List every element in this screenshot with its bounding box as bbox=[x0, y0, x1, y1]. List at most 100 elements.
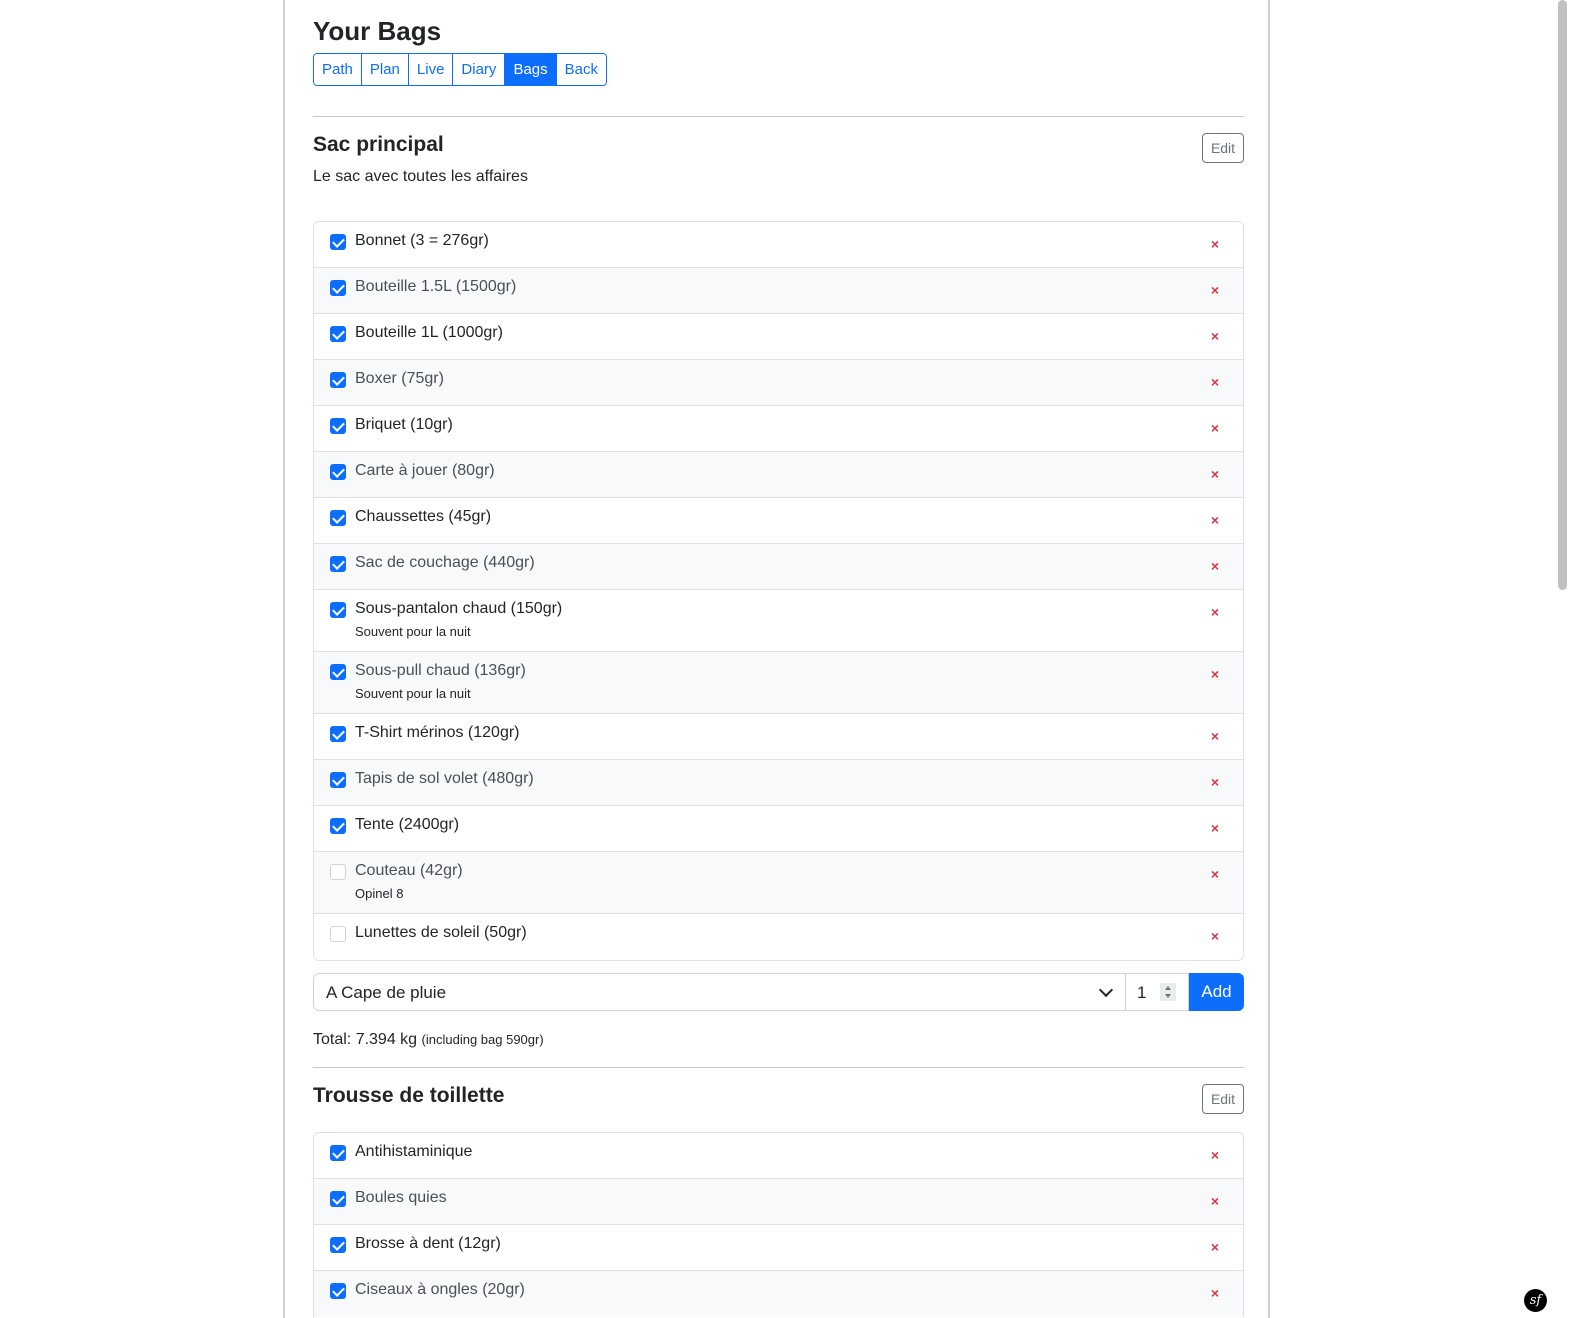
item-label: Bouteille 1.5L (1500gr) bbox=[355, 278, 517, 295]
list-item: Bouteille 1.5L (1500gr) × bbox=[314, 268, 1243, 314]
item-checkbox[interactable] bbox=[330, 1283, 346, 1299]
item-label: Lunettes de soleil (50gr) bbox=[355, 924, 527, 941]
quantity-stepper[interactable] bbox=[1160, 983, 1176, 1001]
remove-item-icon[interactable]: × bbox=[1211, 1147, 1219, 1163]
item-checkbox[interactable] bbox=[330, 464, 346, 480]
item-select-value: A Cape de pluie bbox=[326, 983, 447, 1002]
item-checkbox[interactable] bbox=[330, 664, 346, 680]
remove-item-icon[interactable]: × bbox=[1211, 820, 1219, 836]
quantity-input[interactable]: 1 bbox=[1126, 973, 1189, 1011]
tab-plan[interactable]: Plan bbox=[361, 54, 409, 85]
total-detail: (including bag 590gr) bbox=[421, 1032, 544, 1047]
tab-diary[interactable]: Diary bbox=[453, 54, 506, 85]
list-item: Boxer (75gr) × bbox=[314, 360, 1243, 406]
list-item: Bouteille 1L (1000gr) × bbox=[314, 314, 1243, 360]
bag-title: Trousse de toillette bbox=[313, 1084, 505, 1107]
item-label: Boxer (75gr) bbox=[355, 370, 444, 387]
list-item: Couteau (42gr) Opinel 8 × bbox=[314, 852, 1243, 914]
list-item: Boules quies × bbox=[314, 1179, 1243, 1225]
total-label: Total: 7.394 kg bbox=[313, 1031, 418, 1048]
list-item: Lunettes de soleil (50gr) × bbox=[314, 914, 1243, 960]
remove-item-icon[interactable]: × bbox=[1211, 1239, 1219, 1255]
item-checkbox[interactable] bbox=[330, 926, 346, 942]
item-select[interactable]: A Cape de pluie bbox=[313, 973, 1126, 1011]
remove-item-icon[interactable]: × bbox=[1211, 328, 1219, 344]
tab-bags[interactable]: Bags bbox=[505, 54, 557, 85]
remove-item-icon[interactable]: × bbox=[1211, 512, 1219, 528]
list-item: Sous-pantalon chaud (150gr) Souvent pour … bbox=[314, 590, 1243, 652]
item-checkbox[interactable] bbox=[330, 280, 346, 296]
item-checkbox[interactable] bbox=[330, 818, 346, 834]
quantity-value: 1 bbox=[1137, 983, 1147, 1002]
item-label: Sac de couchage (440gr) bbox=[355, 554, 535, 571]
remove-item-icon[interactable]: × bbox=[1211, 466, 1219, 482]
item-label: Bonnet (3 = 276gr) bbox=[355, 232, 489, 249]
item-checkbox[interactable] bbox=[330, 372, 346, 388]
edit-bag-button[interactable]: Edit bbox=[1202, 133, 1244, 163]
item-label: Sous-pull chaud (136gr) bbox=[355, 662, 526, 679]
item-label: Tente (2400gr) bbox=[355, 816, 460, 833]
item-checkbox[interactable] bbox=[330, 1237, 346, 1253]
bag-items-list: Antihistaminique × Boules quies × Brosse à d… bbox=[313, 1132, 1244, 1317]
remove-item-icon[interactable]: × bbox=[1211, 374, 1219, 390]
remove-item-icon[interactable]: × bbox=[1211, 282, 1219, 298]
remove-item-icon[interactable]: × bbox=[1211, 866, 1219, 882]
add-button[interactable]: Add bbox=[1189, 973, 1244, 1011]
add-item-form: A Cape de pluie 1 Add bbox=[313, 973, 1244, 1011]
item-label: Boules quies bbox=[355, 1189, 447, 1206]
item-checkbox[interactable] bbox=[330, 726, 346, 742]
tab-path[interactable]: Path bbox=[314, 54, 362, 85]
item-label: Chaussettes (45gr) bbox=[355, 508, 492, 525]
remove-item-icon[interactable]: × bbox=[1211, 774, 1219, 790]
remove-item-icon[interactable]: × bbox=[1211, 728, 1219, 744]
page-title: Your Bags bbox=[313, 16, 442, 46]
remove-item-icon[interactable]: × bbox=[1211, 236, 1219, 252]
item-checkbox[interactable] bbox=[330, 556, 346, 572]
list-item: Tapis de sol volet (480gr) × bbox=[314, 760, 1243, 806]
list-item: Carte à jouer (80gr) × bbox=[314, 452, 1243, 498]
remove-item-icon[interactable]: × bbox=[1211, 558, 1219, 574]
bag-title: Sac principal bbox=[313, 133, 444, 156]
main-container: Your Bags Path Plan Live Diary Bags Back Sac … bbox=[283, 0, 1270, 1318]
item-checkbox[interactable] bbox=[330, 510, 346, 526]
item-checkbox[interactable] bbox=[330, 1191, 346, 1207]
nav-tabs: Path Plan Live Diary Bags Back bbox=[313, 53, 607, 86]
tab-live[interactable]: Live bbox=[408, 54, 454, 85]
tab-back[interactable]: Back bbox=[556, 54, 606, 85]
item-checkbox[interactable] bbox=[330, 326, 346, 342]
bag-items-list: Bonnet (3 = 276gr) × Bouteille 1.5L (1500g… bbox=[313, 221, 1244, 961]
list-item: Antihistaminique × bbox=[314, 1133, 1243, 1179]
list-item: Briquet (10gr) × bbox=[314, 406, 1243, 452]
item-checkbox[interactable] bbox=[330, 418, 346, 434]
item-label: Sous-pantalon chaud (150gr) bbox=[355, 600, 563, 617]
remove-item-icon[interactable]: × bbox=[1211, 928, 1219, 944]
list-item: T-Shirt mérinos (120gr) × bbox=[314, 714, 1243, 760]
remove-item-icon[interactable]: × bbox=[1211, 1285, 1219, 1301]
bag-description: Le sac avec toutes les affaires bbox=[313, 168, 528, 185]
remove-item-icon[interactable]: × bbox=[1211, 420, 1219, 436]
item-label: Brosse à dent (12gr) bbox=[355, 1235, 501, 1252]
item-checkbox[interactable] bbox=[330, 602, 346, 618]
item-note: Souvent pour la nuit bbox=[355, 686, 471, 701]
list-item: Bonnet (3 = 276gr) × bbox=[314, 222, 1243, 268]
item-note: Souvent pour la nuit bbox=[355, 624, 471, 639]
divider bbox=[313, 116, 1244, 117]
remove-item-icon[interactable]: × bbox=[1211, 604, 1219, 620]
list-item: Sac de couchage (440gr) × bbox=[314, 544, 1243, 590]
item-checkbox[interactable] bbox=[330, 864, 346, 880]
item-label: Carte à jouer (80gr) bbox=[355, 462, 495, 479]
scrollbar-thumb[interactable] bbox=[1558, 0, 1567, 590]
remove-item-icon[interactable]: × bbox=[1211, 1193, 1219, 1209]
list-item: Sous-pull chaud (136gr) Souvent pour la n… bbox=[314, 652, 1243, 714]
item-label: T-Shirt mérinos (120gr) bbox=[355, 724, 520, 741]
item-checkbox[interactable] bbox=[330, 234, 346, 250]
chevron-down-icon bbox=[1098, 982, 1114, 998]
item-checkbox[interactable] bbox=[330, 1145, 346, 1161]
edit-bag-button[interactable]: Edit bbox=[1202, 1084, 1244, 1114]
remove-item-icon[interactable]: × bbox=[1211, 666, 1219, 682]
item-label: Ciseaux à ongles (20gr) bbox=[355, 1281, 525, 1298]
symfony-toolbar-icon[interactable]: sf bbox=[1524, 1289, 1547, 1312]
item-checkbox[interactable] bbox=[330, 772, 346, 788]
list-item: Brosse à dent (12gr) × bbox=[314, 1225, 1243, 1271]
divider bbox=[313, 1067, 1244, 1068]
